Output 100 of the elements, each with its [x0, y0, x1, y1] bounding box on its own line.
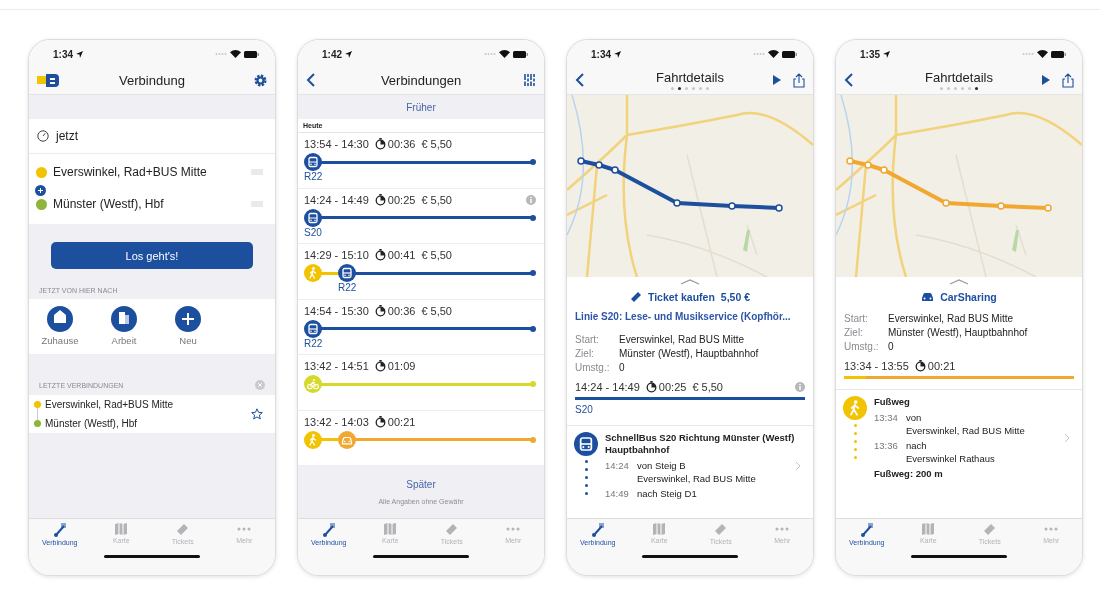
stop-place: Everswinkel Rathaus [906, 453, 996, 464]
wifi-icon [230, 50, 241, 58]
leg-title: Fußweg [874, 396, 911, 408]
info-value: Everswinkel, Rad BUS Mitte [888, 313, 1015, 324]
chevron-right-icon[interactable] [1064, 432, 1070, 443]
map-drawing[interactable] [836, 95, 1082, 277]
info-value: 0 [888, 341, 895, 352]
action-button[interactable]: CarSharing [921, 291, 997, 303]
stop-info: nach [906, 440, 928, 451]
wifi-icon [1037, 50, 1048, 58]
price: € 5,50 [421, 249, 452, 261]
route-icon [52, 523, 67, 537]
shortcut-button[interactable]: Zuhause [41, 306, 79, 346]
back-icon[interactable] [306, 73, 316, 87]
page-dot[interactable] [699, 87, 702, 90]
ticket-icon [714, 523, 728, 536]
back-icon[interactable] [575, 73, 585, 87]
time-range: 13:42 - 14:51 [304, 360, 369, 372]
filter-icon[interactable] [523, 73, 536, 87]
end-dot [530, 159, 536, 165]
info-value: Everswinkel, Rad BUS Mitte [619, 334, 746, 345]
dotted-route-line [584, 460, 588, 495]
timer-icon [374, 415, 386, 428]
stop-name[interactable]: Münster (Westf), Hbf [53, 197, 251, 211]
page-dot[interactable] [954, 87, 957, 90]
price: € 5,50 [421, 304, 452, 317]
stop-name[interactable]: Everswinkel, Rad+BUS Mitte [53, 165, 251, 179]
action-button[interactable]: Ticket kaufen [629, 291, 715, 303]
duration: 00:36 [387, 138, 416, 150]
chevron-right-icon[interactable] [795, 460, 801, 471]
info-icon [526, 194, 536, 205]
play-icon[interactable] [1042, 75, 1050, 85]
departure-time[interactable]: jetzt [56, 129, 78, 143]
page-dot[interactable] [947, 87, 950, 90]
favorite-star-icon[interactable] [251, 408, 263, 420]
logo-icon [37, 73, 59, 87]
shortcut-button[interactable]: Arbeit [105, 306, 143, 346]
page-dot[interactable] [975, 87, 978, 90]
car-icon [921, 292, 935, 302]
status-time: 1:42 [322, 48, 342, 60]
page-dot[interactable] [685, 87, 688, 90]
stop-time: 14:49 [605, 488, 630, 499]
page-dot[interactable] [961, 87, 964, 90]
ticket-icon [176, 523, 190, 536]
route-icon [859, 523, 874, 537]
end-dot [530, 325, 536, 332]
end-dot [530, 381, 536, 387]
time-range: 14:29 - 15:10 [304, 249, 369, 261]
pull-handle-icon[interactable] [680, 279, 700, 285]
line-notice-link[interactable]: Linie S20: Lese- und Musikservice (Kopfhör... [567, 309, 813, 330]
info-label: Start: [575, 334, 600, 345]
timer-icon [645, 381, 657, 393]
page-dot[interactable] [940, 87, 943, 90]
map-drawing[interactable] [567, 95, 813, 277]
battery-icon [244, 50, 259, 58]
time-range: 14:24 - 14:49 [575, 381, 640, 393]
battery-icon [513, 50, 528, 58]
clock-icon [37, 130, 49, 142]
timer-icon [374, 360, 386, 372]
back-icon[interactable] [844, 73, 854, 87]
timer-icon [374, 249, 386, 261]
price: € 5,50 [421, 138, 452, 150]
later-button[interactable]: Später [406, 479, 436, 490]
end-dot [530, 214, 536, 221]
info-value: Münster (Westf), Hauptbahnhof [619, 348, 760, 359]
play-icon[interactable] [773, 75, 781, 85]
recent-connection[interactable]: Everswinkel, Rad+BUS Mitte Münster (Westf), Hbf [29, 395, 275, 433]
map-icon [653, 523, 666, 535]
battery-icon [1051, 50, 1066, 58]
line-label: R22 [304, 171, 324, 182]
share-icon[interactable] [1062, 72, 1074, 88]
stop-time: 14:24 [605, 460, 630, 471]
share-icon[interactable] [793, 72, 805, 88]
info-label: Umstg.: [844, 341, 880, 352]
page-dot[interactable] [678, 87, 681, 90]
plus-icon [175, 306, 201, 332]
add-stop-icon[interactable] [35, 185, 46, 196]
info-label: Umstg.: [575, 362, 611, 373]
page-dot[interactable] [671, 87, 674, 90]
search-button[interactable]: Los geht's! [51, 242, 253, 269]
time-range: 14:54 - 15:30 [304, 304, 369, 317]
page-dot[interactable] [692, 87, 695, 90]
stop-place: Everswinkel, Rad BUS Mitte [637, 473, 757, 484]
settings-icon[interactable] [254, 73, 267, 87]
page-dot[interactable] [968, 87, 971, 90]
stop-time: 13:36 [874, 440, 899, 451]
shortcut-button[interactable]: Neu [169, 306, 207, 346]
clear-icon[interactable] [255, 380, 265, 390]
location-arrow-icon [345, 50, 352, 58]
timer-icon [374, 138, 386, 150]
line-label: R22 [338, 282, 358, 293]
walk-distance: Fußweg: 200 m [874, 468, 944, 479]
info-label: Ziel: [844, 327, 864, 338]
timer-icon [374, 304, 386, 317]
page-dot[interactable] [706, 87, 709, 90]
route-icon [321, 523, 336, 537]
wifi-icon [768, 50, 779, 58]
pull-handle-icon[interactable] [949, 279, 969, 285]
earlier-button[interactable]: Früher [406, 101, 436, 113]
signal-icon [1022, 52, 1034, 56]
